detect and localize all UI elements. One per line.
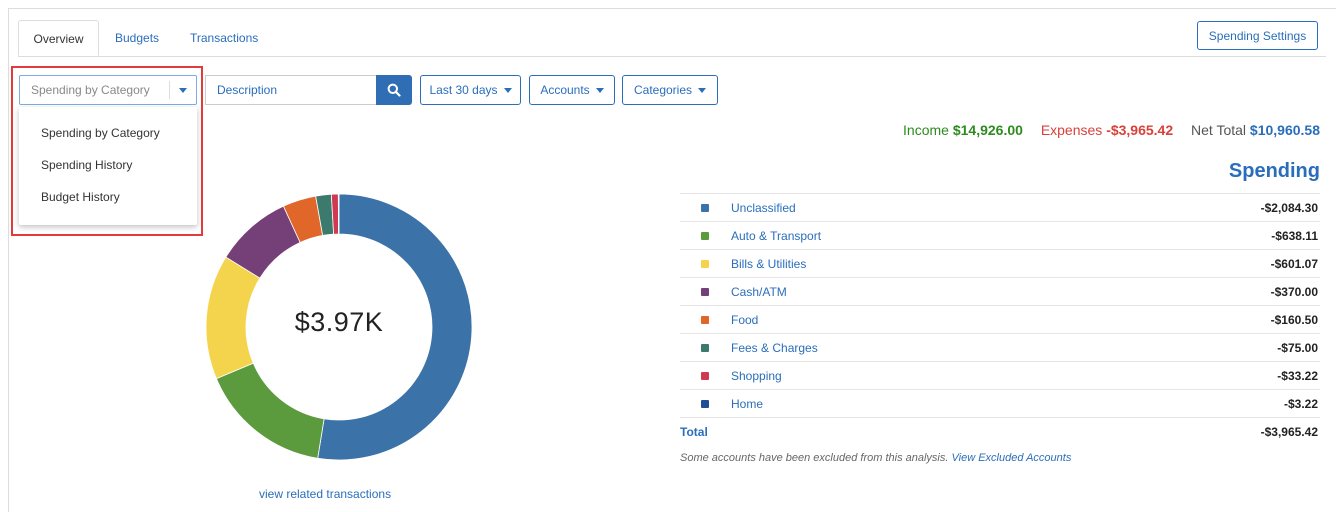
tab-divider: [18, 56, 1326, 57]
total-row: Total -$3,965.42: [680, 418, 1320, 446]
table-row: Unclassified -$2,084.30: [680, 194, 1320, 222]
net-total-label: Net Total: [1191, 122, 1247, 138]
date-range-label: Last 30 days: [429, 83, 498, 97]
search-icon: [387, 83, 401, 97]
category-amount: -$370.00: [1270, 285, 1318, 299]
category-link[interactable]: Food: [731, 313, 758, 327]
category-link[interactable]: Shopping: [731, 369, 782, 383]
description-search-input[interactable]: [205, 75, 376, 105]
accounts-label: Accounts: [540, 83, 590, 97]
spending-heading: Spending: [1228, 160, 1320, 182]
table-row: Shopping -$33.22: [680, 362, 1320, 390]
donut-slice-auto-transport[interactable]: [215, 362, 325, 459]
chevron-down-icon: [595, 87, 604, 93]
donut-slice-home[interactable]: [337, 193, 340, 235]
category-color-swatch: [701, 288, 709, 296]
category-table: Unclassified -$2,084.30 Auto & Transport -$…: [680, 193, 1320, 446]
table-row: Bills & Utilities -$601.07: [680, 250, 1320, 278]
category-amount: -$638.11: [1271, 229, 1318, 243]
expenses-label: Expenses: [1040, 122, 1103, 138]
chevron-down-icon: [698, 87, 707, 93]
chevron-down-icon: [503, 87, 512, 93]
category-amount: -$601.07: [1270, 257, 1318, 271]
table-row: Cash/ATM -$370.00: [680, 278, 1320, 306]
total-label: Total: [680, 425, 708, 439]
search-button[interactable]: [376, 75, 412, 105]
spending-settings-button[interactable]: Spending Settings: [1197, 21, 1318, 50]
view-related-transactions-link[interactable]: view related transactions: [259, 487, 391, 501]
category-link[interactable]: Auto & Transport: [731, 229, 821, 243]
category-amount: -$33.22: [1277, 369, 1318, 383]
category-color-swatch: [701, 232, 709, 240]
categories-label: Categories: [633, 83, 693, 97]
income-value: $14,926.00: [952, 122, 1023, 138]
category-link[interactable]: Unclassified: [731, 201, 796, 215]
category-link[interactable]: Bills & Utilities: [731, 257, 806, 271]
category-link[interactable]: Home: [731, 397, 763, 411]
category-color-swatch: [701, 204, 709, 212]
category-link[interactable]: Cash/ATM: [731, 285, 787, 299]
accounts-dropdown[interactable]: Accounts: [529, 75, 615, 105]
expenses-value: -$3,965.42: [1106, 122, 1174, 138]
highlight-box: [11, 66, 203, 236]
donut-center-value: $3.97K: [294, 307, 384, 337]
date-range-dropdown[interactable]: Last 30 days: [420, 75, 521, 105]
category-color-swatch: [701, 400, 709, 408]
table-row: Fees & Charges -$75.00: [680, 334, 1320, 362]
category-color-swatch: [701, 344, 709, 352]
category-amount: -$3.22: [1283, 397, 1318, 411]
categories-dropdown[interactable]: Categories: [622, 75, 718, 105]
table-row: Auto & Transport -$638.11: [680, 222, 1320, 250]
category-amount: -$75.00: [1277, 341, 1318, 355]
tab-budgets[interactable]: Budgets: [115, 20, 159, 56]
category-color-swatch: [701, 260, 709, 268]
net-total-value: $10,960.58: [1249, 122, 1320, 138]
view-excluded-accounts-link[interactable]: View Excluded Accounts: [952, 452, 1072, 464]
income-label: Income: [903, 122, 949, 138]
category-amount: -$2,084.30: [1260, 201, 1318, 215]
tab-transactions[interactable]: Transactions: [190, 20, 258, 56]
totals-summary: Income $14,926.00 Expenses -$3,965.42 Ne…: [903, 122, 1320, 138]
exclusion-note: Some accounts have been excluded from th…: [680, 452, 1071, 464]
table-row: Food -$160.50: [680, 306, 1320, 334]
category-color-swatch: [701, 316, 709, 324]
exclusion-note-text: Some accounts have been excluded from th…: [680, 452, 949, 464]
category-link[interactable]: Fees & Charges: [731, 341, 818, 355]
category-color-swatch: [701, 372, 709, 380]
category-amount: -$160.50: [1270, 313, 1318, 327]
table-row: Home -$3.22: [680, 390, 1320, 418]
total-amount: -$3,965.42: [1260, 425, 1318, 439]
tab-overview[interactable]: Overview: [18, 20, 99, 56]
